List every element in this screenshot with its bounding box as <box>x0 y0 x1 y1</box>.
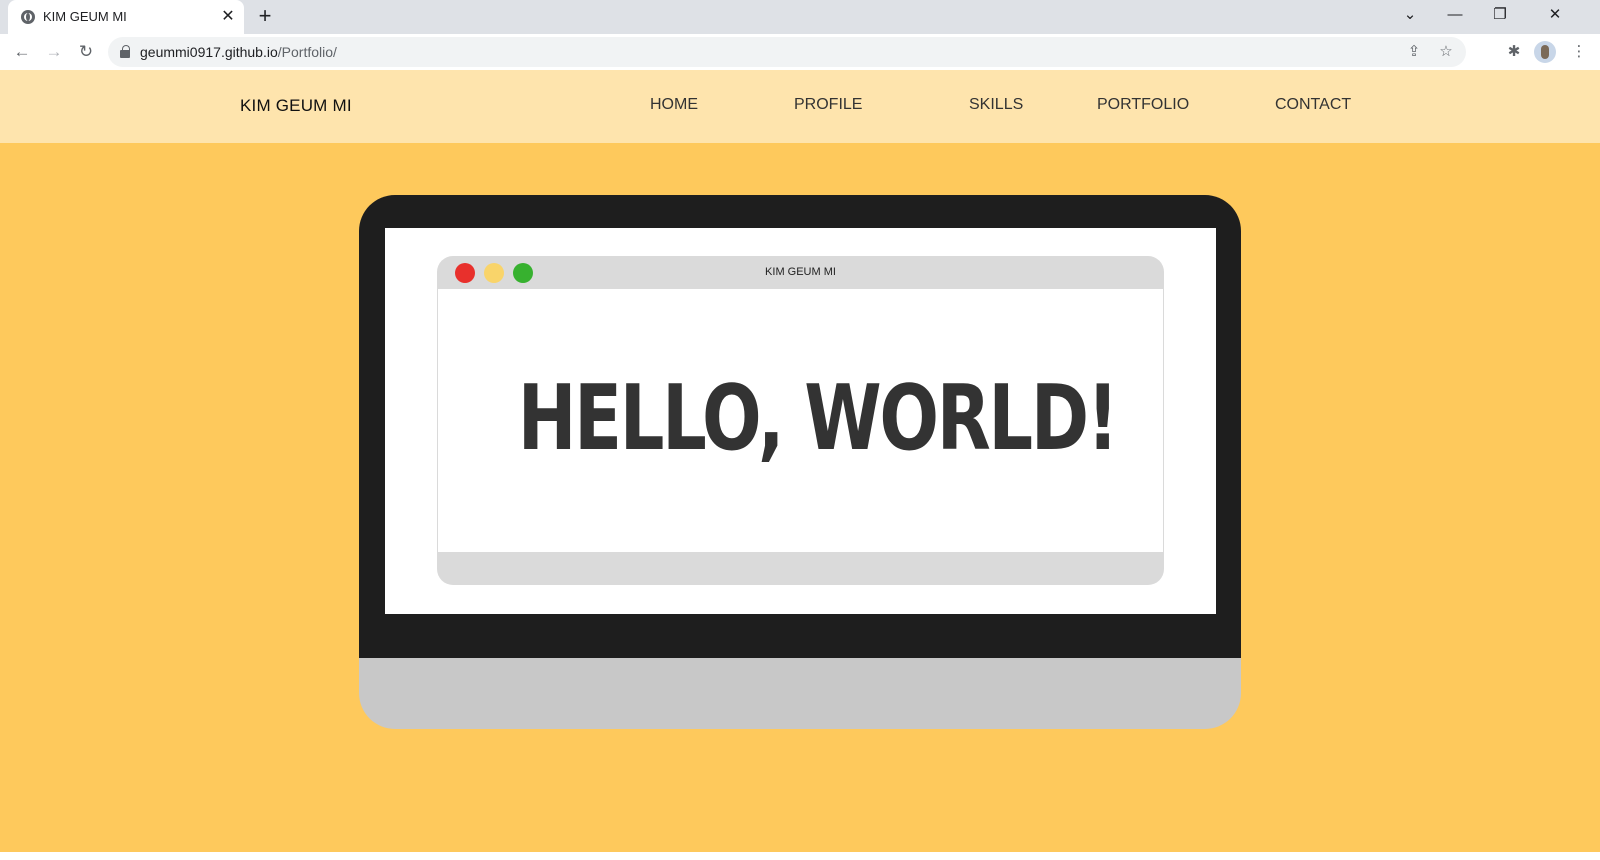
url-host: geummi0917.github.io <box>140 44 278 60</box>
mock-browser-window: KIM GEUM MI HELLO, WORLD! <box>437 256 1164 585</box>
tab-title: KIM GEUM MI <box>43 9 127 24</box>
nav-contact[interactable]: CONTACT <box>1275 96 1351 114</box>
menu-icon[interactable]: ⋮ <box>1566 39 1592 65</box>
close-tab-icon[interactable]: ✕ <box>219 8 237 26</box>
url-text[interactable]: geummi0917.github.io/Portfolio/ <box>140 44 337 60</box>
nav-portfolio[interactable]: PORTFOLIO <box>1097 96 1189 114</box>
reload-icon[interactable]: ↻ <box>73 39 99 65</box>
back-icon[interactable]: ← <box>9 39 35 65</box>
bookmark-star-icon[interactable]: ☆ <box>1436 42 1456 62</box>
lock-icon[interactable] <box>120 45 130 58</box>
new-tab-icon[interactable]: + <box>254 4 276 28</box>
site-header: KIM GEUM MI HOME PROFILE SKILLS PORTFOLI… <box>0 70 1600 143</box>
address-bar[interactable]: geummi0917.github.io/Portfolio/ ⇪ ☆ <box>108 37 1466 67</box>
profile-avatar[interactable] <box>1534 41 1556 63</box>
restore-icon[interactable]: ❐ <box>1478 0 1522 30</box>
url-path: /Portfolio/ <box>277 44 337 60</box>
tab-search-icon[interactable]: ⌄ <box>1388 0 1432 30</box>
monitor-chin <box>359 658 1241 729</box>
browser-tab[interactable]: KIM GEUM MI ✕ <box>8 0 244 34</box>
close-window-icon[interactable]: ✕ <box>1533 0 1577 30</box>
minimize-icon[interactable]: — <box>1433 0 1477 30</box>
forward-icon[interactable]: → <box>41 39 67 65</box>
browser-toolbar: ← → ↻ geummi0917.github.io/Portfolio/ ⇪ … <box>0 34 1600 70</box>
share-icon[interactable]: ⇪ <box>1404 42 1424 62</box>
nav-profile[interactable]: PROFILE <box>794 96 862 114</box>
tab-strip: KIM GEUM MI ✕ + ⌄ — ❐ ✕ <box>0 0 1600 34</box>
nav-home[interactable]: HOME <box>650 96 698 114</box>
mock-window-title: KIM GEUM MI <box>765 266 836 278</box>
site-logo[interactable]: KIM GEUM MI <box>240 96 352 116</box>
globe-icon <box>21 10 35 24</box>
extensions-icon[interactable]: ✱ <box>1501 39 1527 65</box>
mock-window-titlebar: KIM GEUM MI <box>437 256 1164 289</box>
hero-headline: HELLO, WORLD! <box>517 366 1119 471</box>
nav-skills[interactable]: SKILLS <box>969 96 1023 114</box>
mock-window-body: HELLO, WORLD! <box>438 289 1163 552</box>
